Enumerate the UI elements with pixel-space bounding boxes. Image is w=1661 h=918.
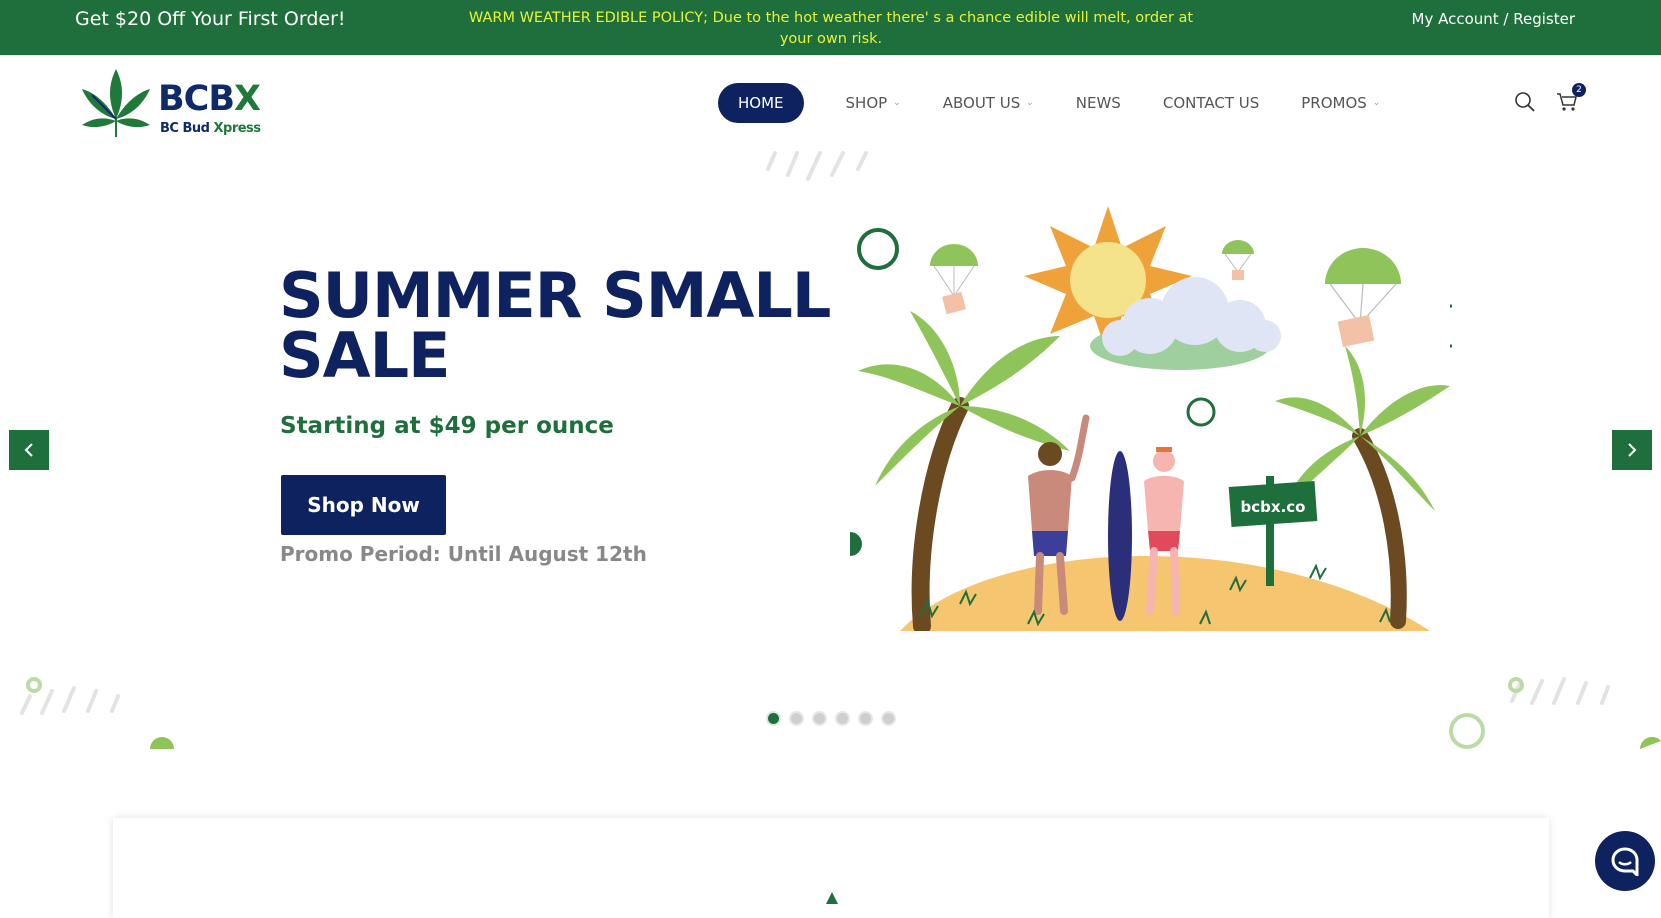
first-order-promo: Get $20 Off Your First Order! xyxy=(75,8,346,30)
hero-subtitle: Starting at $49 per ounce xyxy=(280,413,614,439)
nav-about-us[interactable]: ABOUT US ⌄ xyxy=(943,94,1034,112)
top-announcement-bar: Get $20 Off Your First Order! WARM WEATH… xyxy=(0,0,1661,55)
hero-slider: SUMMER SMALL SALE Starting at $49 per ou… xyxy=(0,151,1661,749)
content-card xyxy=(113,818,1549,918)
chat-icon xyxy=(1611,847,1639,876)
account-register-link[interactable]: My Account / Register xyxy=(1412,10,1576,28)
slide-dot-3[interactable] xyxy=(812,711,827,726)
chevron-down-icon: ⌄ xyxy=(1372,98,1381,108)
summer-beach-illustration: bcbx.co xyxy=(850,206,1452,631)
chevron-left-icon xyxy=(24,443,33,457)
nav-contact-us[interactable]: CONTACT US xyxy=(1163,94,1259,112)
nav-shop[interactable]: SHOP ⌄ xyxy=(846,94,901,112)
cart-count-badge: 2 xyxy=(1572,83,1586,97)
nav-news[interactable]: NEWS xyxy=(1076,94,1121,112)
slide-dot-5[interactable] xyxy=(858,711,873,726)
cart-button[interactable]: 2 xyxy=(1556,83,1586,113)
site-header: BCBX BC Bud Xpress HOME SHOP ⌄ ABOUT US ⌄ … xyxy=(0,55,1661,151)
slider-next-button[interactable] xyxy=(1612,430,1652,470)
edible-policy-notice: WARM WEATHER EDIBLE POLICY; Due to the h… xyxy=(468,10,1194,47)
header-icons: 2 xyxy=(1514,83,1586,113)
chevron-right-icon xyxy=(1628,443,1637,457)
nav-promos[interactable]: PROMOS ⌄ xyxy=(1301,94,1380,112)
live-chat-button[interactable] xyxy=(1595,831,1655,891)
chevron-down-icon: ⌄ xyxy=(1026,98,1034,108)
slide-dot-2[interactable] xyxy=(789,711,804,726)
shop-now-button[interactable]: Shop Now xyxy=(281,475,446,535)
logo-tagline: BC Bud Xpress xyxy=(160,121,261,136)
hero-title: SUMMER SMALL SALE xyxy=(279,259,831,392)
main-navigation: HOME SHOP ⌄ ABOUT US ⌄ NEWS CONTACT US PRO… xyxy=(718,83,1422,123)
slider-pagination xyxy=(766,711,896,726)
search-icon[interactable] xyxy=(1514,91,1536,113)
chevron-down-icon: ⌄ xyxy=(893,98,901,108)
leaf-tip-icon xyxy=(826,892,838,904)
bcbx-logo[interactable]: BCBX BC Bud Xpress xyxy=(78,67,261,139)
promo-period: Promo Period: Until August 12th xyxy=(280,542,647,566)
slide-dot-1[interactable] xyxy=(766,711,781,726)
slider-prev-button[interactable] xyxy=(9,430,49,470)
cannabis-leaf-icon xyxy=(82,69,150,137)
sign-text: bcbx.co xyxy=(1241,498,1306,516)
nav-home[interactable]: HOME xyxy=(718,83,804,123)
slide-dot-6[interactable] xyxy=(881,711,896,726)
slide-dot-4[interactable] xyxy=(835,711,850,726)
logo-wordmark: BCBX xyxy=(158,79,261,119)
